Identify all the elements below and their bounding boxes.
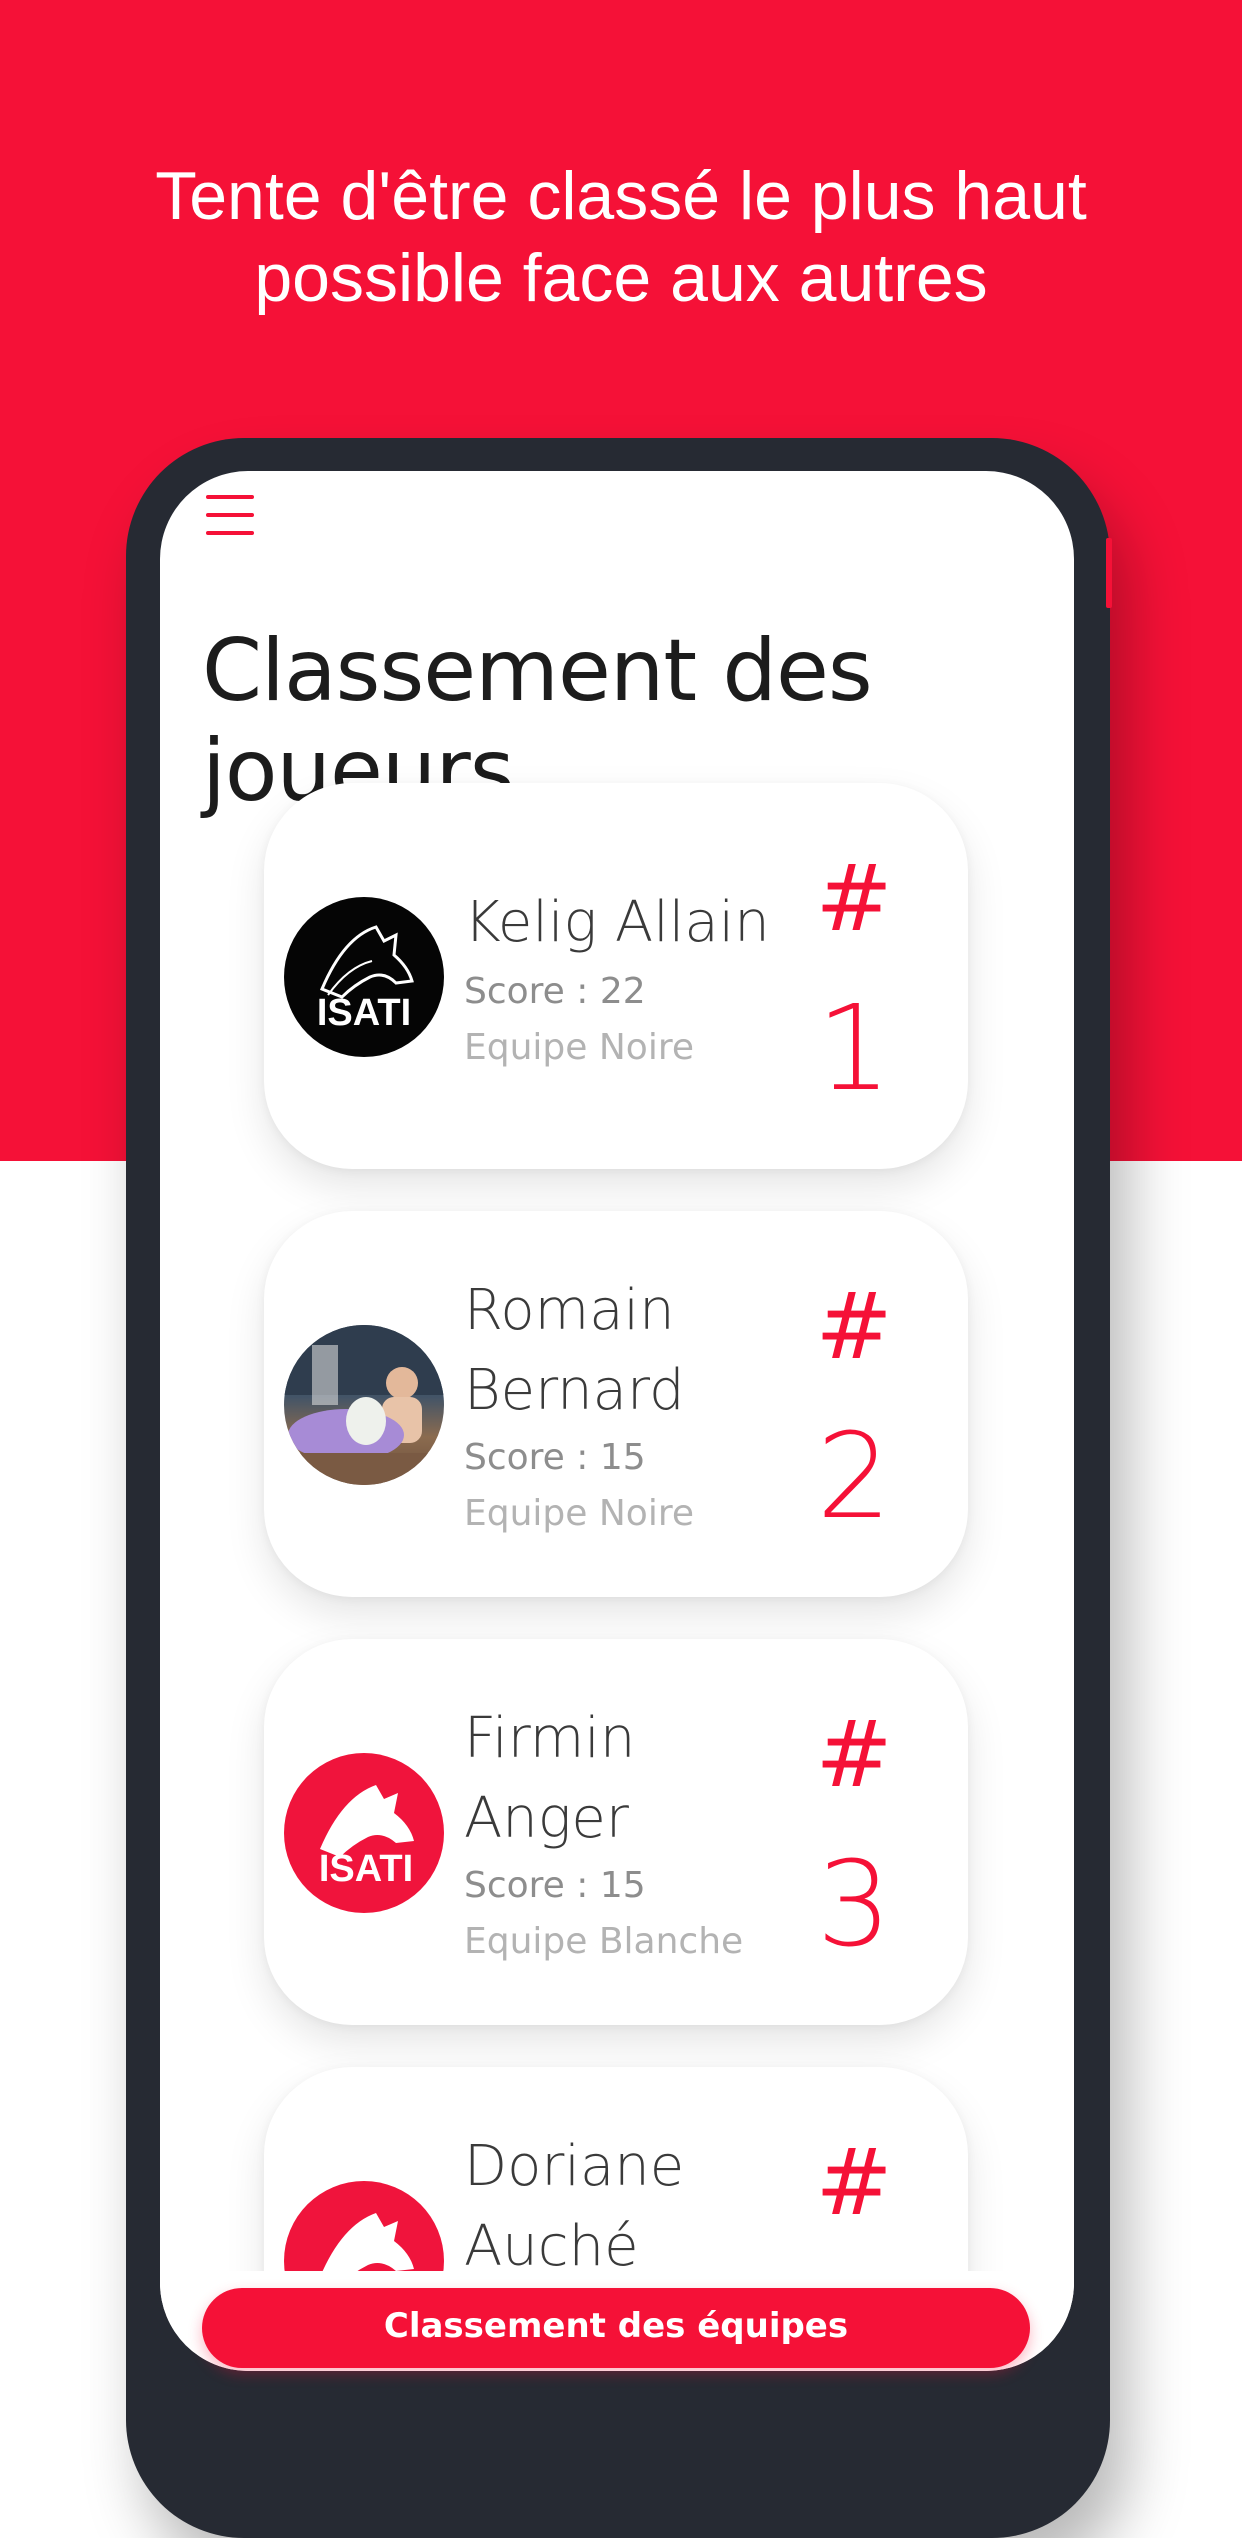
player-card[interactable]: ISATI Kelig Allain Score : 22 Equipe Noi… [264,783,968,1169]
headline-line-1: Tente d'être classé le plus haut [155,158,1087,234]
player-score: Score : 15 [464,1865,646,1906]
player-name-last: Anger [464,1786,629,1851]
rank-hash: # [815,2129,893,2236]
rank-number: 2 [816,1407,892,1545]
isati-logo-icon: ISATI [284,897,444,1057]
rank-number: 1 [816,979,892,1117]
player-card[interactable]: ISATI Firmin Anger Score : 15 Equipe Bla… [264,1639,968,2025]
rank-hash: # [815,1273,893,1380]
phone-side-button [1106,538,1112,608]
player-name-first: Romain [464,1278,675,1343]
player-score: Score : 15 [464,1437,646,1478]
rank-number: 3 [816,1835,892,1973]
player-name-first: Doriane [464,2134,685,2199]
phone-screen: Classement des joueurs ISATI Kelig Allai… [160,471,1074,2371]
svg-text:ISATI: ISATI [317,992,411,1034]
isati-logo-icon: ISATI [284,1753,444,1913]
headline-line-2: possible face aux autres [254,240,988,316]
rank-hash: # [815,845,893,952]
hamburger-menu-icon[interactable] [206,495,254,535]
avatar [284,1325,444,1485]
player-card[interactable]: Romain Bernard Score : 15 Equipe Noire #… [264,1211,968,1597]
rank-hash: # [815,1701,893,1808]
headline: Tente d'être classé le plus haut possibl… [60,155,1182,319]
player-name: Kelig Allain [464,890,770,955]
player-name-first: Firmin [464,1706,636,1771]
teams-ranking-button[interactable]: Classement des équipes [202,2288,1030,2368]
player-name-last: Bernard [464,1358,685,1423]
player-team: Equipe Blanche [464,1921,744,1962]
player-score: Score : 22 [464,971,646,1012]
player-team: Equipe Noire [464,1027,694,1068]
svg-text:ISATI: ISATI [319,1848,413,1890]
player-team: Equipe Noire [464,1493,694,1534]
